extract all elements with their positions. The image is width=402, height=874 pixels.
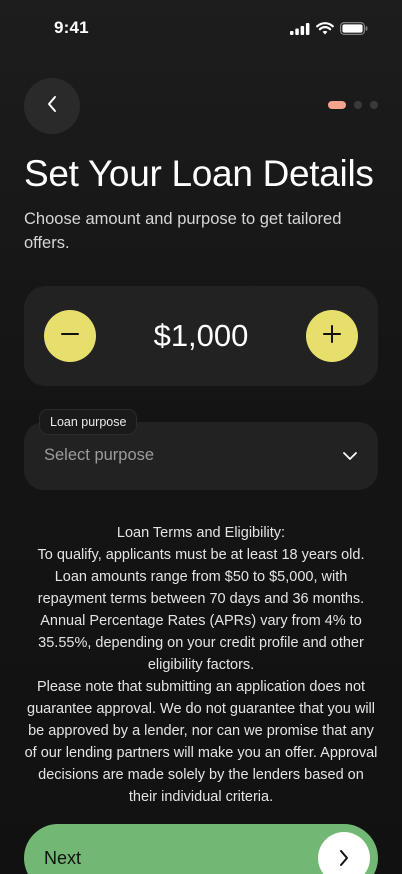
plus-icon: [322, 324, 342, 349]
status-bar: 9:41: [0, 0, 402, 56]
loan-amount-value: $1,000: [153, 318, 249, 353]
chevron-left-icon: [46, 95, 58, 118]
terms-disclaimer-paragraph: Please note that submitting an applicati…: [24, 679, 378, 805]
pagination-dot: [370, 101, 378, 109]
amount-stepper: $1,000: [24, 286, 378, 386]
next-button-label: Next: [44, 848, 82, 868]
pagination-dot: [354, 101, 362, 109]
increase-amount-button[interactable]: [306, 310, 358, 362]
page-subtitle: Choose amount and purpose to get tailore…: [24, 210, 342, 252]
loan-terms-text: Loan Terms and Eligibility: To qualify, …: [24, 522, 378, 808]
terms-eligibility-paragraph: To qualify, applicants must be at least …: [37, 547, 365, 673]
pagination-dots: [328, 101, 378, 109]
wifi-icon: [316, 22, 334, 35]
page-title: Set Your Loan Details: [24, 153, 374, 194]
next-button[interactable]: Next: [24, 824, 378, 874]
pagination-dot-active: [328, 101, 346, 109]
status-icons: [290, 22, 368, 35]
back-button[interactable]: [24, 78, 80, 134]
loan-purpose-label: Loan purpose: [39, 409, 138, 435]
status-time: 9:41: [54, 18, 89, 37]
terms-heading: Loan Terms and Eligibility:: [116, 525, 286, 541]
chevron-right-icon: [318, 832, 370, 874]
decrease-amount-button[interactable]: [44, 310, 96, 362]
chevron-down-icon: [342, 448, 358, 469]
cellular-signal-icon: [290, 22, 310, 35]
loan-purpose-placeholder: Select purpose: [44, 446, 155, 464]
loan-details-screen: 9:41 Set Your Loan Details Choose amount…: [0, 0, 402, 874]
minus-icon: [60, 324, 80, 349]
battery-icon: [340, 22, 368, 35]
